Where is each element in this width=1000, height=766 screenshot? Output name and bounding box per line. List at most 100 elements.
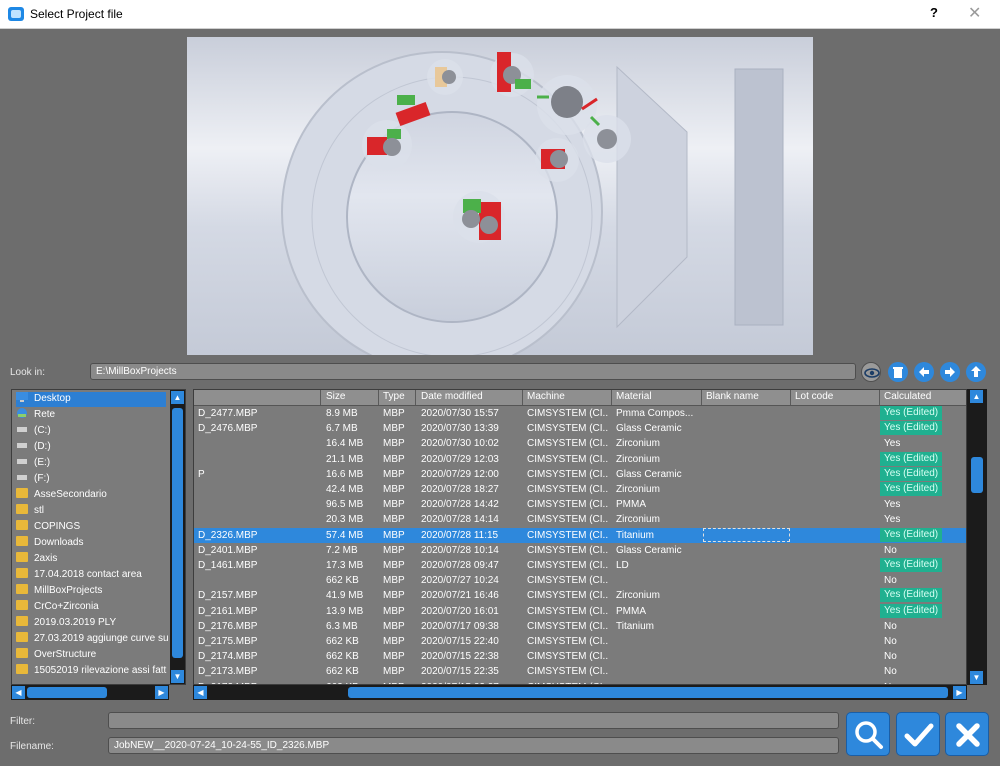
tree-item[interactable]: stl xyxy=(16,504,166,519)
cell-size: 8.9 MB xyxy=(326,408,358,419)
file-list-table[interactable]: Size Type Date modified Machine Material… xyxy=(193,389,967,685)
cancel-button[interactable] xyxy=(945,712,989,756)
scroll-up-icon[interactable]: ▲ xyxy=(171,391,184,404)
table-horizontal-scrollbar[interactable]: ◀ ▶ xyxy=(193,685,967,700)
blank-name-edit-cell[interactable] xyxy=(703,527,790,542)
tree-item[interactable]: 17.04.2018 contact area xyxy=(16,568,166,583)
col-calculated[interactable]: Calculated xyxy=(884,391,931,402)
scroll-left-icon[interactable]: ◀ xyxy=(12,686,25,699)
table-row[interactable]: D_2173.MBP 662 KB MBP 2020/07/15 22:35 CIMSY… xyxy=(194,664,966,679)
folder-icon xyxy=(16,616,28,626)
tree-horizontal-scrollbar[interactable]: ◀ ▶ xyxy=(11,685,169,700)
col-machine[interactable]: Machine xyxy=(527,391,565,402)
table-row[interactable]: D_1461.MBP 17.3 MB MBP 2020/07/28 09:47 CIMS… xyxy=(194,558,966,573)
tree-item[interactable]: MillBoxProjects xyxy=(16,584,166,599)
table-scroll-thumb[interactable] xyxy=(971,457,983,493)
folder-icon xyxy=(16,568,28,578)
table-row[interactable]: D_2161.MBP 13.9 MB MBP 2020/07/20 16:01 CIMS… xyxy=(194,603,966,619)
tree-item[interactable]: (C:) xyxy=(16,424,166,439)
col-material[interactable]: Material xyxy=(616,391,652,402)
drive-icon xyxy=(16,472,28,482)
table-row[interactable]: 42.4 MB MBP 2020/07/28 18:27 CIMSYSTEM (CI.… xyxy=(194,482,966,497)
scroll-left-icon[interactable]: ◀ xyxy=(194,686,207,699)
search-button[interactable] xyxy=(846,712,890,756)
tree-item[interactable]: Downloads xyxy=(16,536,166,551)
cell-machine: CIMSYSTEM (CI... xyxy=(527,666,609,678)
tree-scroll-thumb[interactable] xyxy=(172,408,183,658)
cell-machine: CIMSYSTEM (CI... xyxy=(527,408,609,419)
help-button[interactable]: ? xyxy=(930,5,938,20)
scroll-right-icon[interactable]: ▶ xyxy=(953,686,966,699)
table-row[interactable]: D_2157.MBP 41.9 MB MBP 2020/07/21 16:46 CIMS… xyxy=(194,588,966,603)
cell-date: 2020/07/28 11:15 xyxy=(421,529,499,541)
table-row[interactable]: D_2174.MBP 662 KB MBP 2020/07/15 22:38 CIMSY… xyxy=(194,649,966,664)
tree-item[interactable]: (F:) xyxy=(16,472,166,487)
cell-name: D_2326.MBP xyxy=(198,529,258,541)
folder-icon xyxy=(16,600,28,610)
search-icon xyxy=(855,721,883,749)
table-row[interactable]: D_2176.MBP 6.3 MB MBP 2020/07/17 09:38 CIMSY… xyxy=(194,619,966,634)
table-row[interactable]: P 16.6 MB MBP 2020/07/29 12:00 CIMSYSTEM (CI… xyxy=(194,466,966,482)
filter-input[interactable] xyxy=(108,712,839,729)
tree-item[interactable]: CrCo+Zirconia xyxy=(16,600,166,615)
table-hscroll-thumb[interactable] xyxy=(348,687,948,698)
cell-size: 662 KB xyxy=(326,636,359,647)
table-row[interactable]: D_2477.MBP 8.9 MB MBP 2020/07/30 15:57 CIMSY… xyxy=(194,406,966,421)
cell-calculated: No xyxy=(884,666,897,678)
cell-calculated: No xyxy=(884,620,897,632)
tree-item[interactable]: 15052019 rilevazione assi fatt xyxy=(16,664,166,679)
ok-button[interactable] xyxy=(896,712,940,756)
window-title: Select Project file xyxy=(30,7,123,21)
title-bar: Select Project file ? ✕ xyxy=(0,0,1000,29)
table-row[interactable]: D_2175.MBP 662 KB MBP 2020/07/15 22:40 CIMSY… xyxy=(194,634,966,649)
scroll-down-icon[interactable]: ▼ xyxy=(171,670,184,683)
tree-item-label: (C:) xyxy=(34,425,51,436)
tree-item[interactable]: 27.03.2019 aggiunge curve su xyxy=(16,632,169,647)
tree-item[interactable]: Rete xyxy=(16,408,166,423)
col-type[interactable]: Type xyxy=(383,391,405,402)
table-row[interactable]: D_2401.MBP 7.2 MB MBP 2020/07/28 10:14 CIMSY… xyxy=(194,543,966,558)
col-size[interactable]: Size xyxy=(326,391,345,402)
table-row[interactable]: D_2476.MBP 6.7 MB MBP 2020/07/30 13:39 CIMSY… xyxy=(194,421,966,436)
scroll-right-icon[interactable]: ▶ xyxy=(155,686,168,699)
cell-machine: CIMSYSTEM (CI... xyxy=(527,651,609,663)
cell-machine: CIMSYSTEM (CI... xyxy=(527,468,609,480)
tree-item[interactable]: 2019.03.2019 PLY xyxy=(16,616,166,631)
tree-item[interactable]: (D:) xyxy=(16,440,166,455)
trash-icon[interactable] xyxy=(888,362,908,382)
table-row[interactable]: 20.3 MB MBP 2020/07/28 14:14 CIMSYSTEM (CI.… xyxy=(194,512,966,527)
table-row[interactable]: 21.1 MB MBP 2020/07/29 12:03 CIMSYSTEM (CI.… xyxy=(194,451,966,467)
tree-item[interactable]: (E:) xyxy=(16,456,166,471)
arrow-left-icon[interactable] xyxy=(914,362,934,382)
col-blank-name[interactable]: Blank name xyxy=(706,391,759,402)
scroll-up-icon[interactable]: ▲ xyxy=(970,390,983,403)
close-button[interactable]: ✕ xyxy=(968,3,981,23)
checkmark-icon xyxy=(904,723,934,747)
tree-item[interactable]: 2axis xyxy=(16,552,166,567)
cell-material: Zirconium xyxy=(616,438,660,450)
cell-material: Pmma Compos... xyxy=(616,408,694,419)
col-date-modified[interactable]: Date modified xyxy=(421,391,483,402)
tree-item[interactable]: COPINGS xyxy=(16,520,166,535)
arrow-right-icon[interactable] xyxy=(940,362,960,382)
cell-size: 41.9 MB xyxy=(326,590,364,602)
part-1 xyxy=(362,120,412,170)
table-vertical-scrollbar[interactable]: ▲ ▼ xyxy=(967,389,987,685)
col-lot-code[interactable]: Lot code xyxy=(795,391,833,402)
table-row[interactable]: 662 KB MBP 2020/07/27 10:24 CIMSYSTEM (CI..… xyxy=(194,573,966,588)
table-row[interactable]: 16.4 MB MBP 2020/07/30 10:02 CIMSYSTEM (CI.… xyxy=(194,436,966,451)
tree-item[interactable]: AsseSecondario xyxy=(16,488,166,503)
cell-name: D_2401.MBP xyxy=(198,544,258,556)
tree-hscroll-thumb[interactable] xyxy=(27,687,107,698)
arrow-up-icon[interactable] xyxy=(966,362,986,382)
folder-tree[interactable]: Desktop Rete (C:) (D:) (E:) (F:) AsseSecondari… xyxy=(11,389,186,685)
tree-item[interactable]: OverStructure xyxy=(16,648,166,663)
eye-icon[interactable] xyxy=(861,362,881,382)
table-row[interactable]: D_2326.MBP 57.4 MB MBP 2020/07/28 11:15 CIMS… xyxy=(194,527,966,543)
table-row[interactable]: 96.5 MB MBP 2020/07/28 14:42 CIMSYSTEM (CI.… xyxy=(194,497,966,512)
scroll-down-icon[interactable]: ▼ xyxy=(970,671,983,684)
tree-item[interactable]: Desktop xyxy=(16,392,166,407)
tree-vertical-scrollbar[interactable]: ▲ ▼ xyxy=(170,390,185,684)
filename-input[interactable]: JobNEW__2020-07-24_10-24-55_ID_2326.MBP xyxy=(108,737,839,754)
look-in-path-field[interactable]: E:\MillBoxProjects xyxy=(90,363,856,380)
